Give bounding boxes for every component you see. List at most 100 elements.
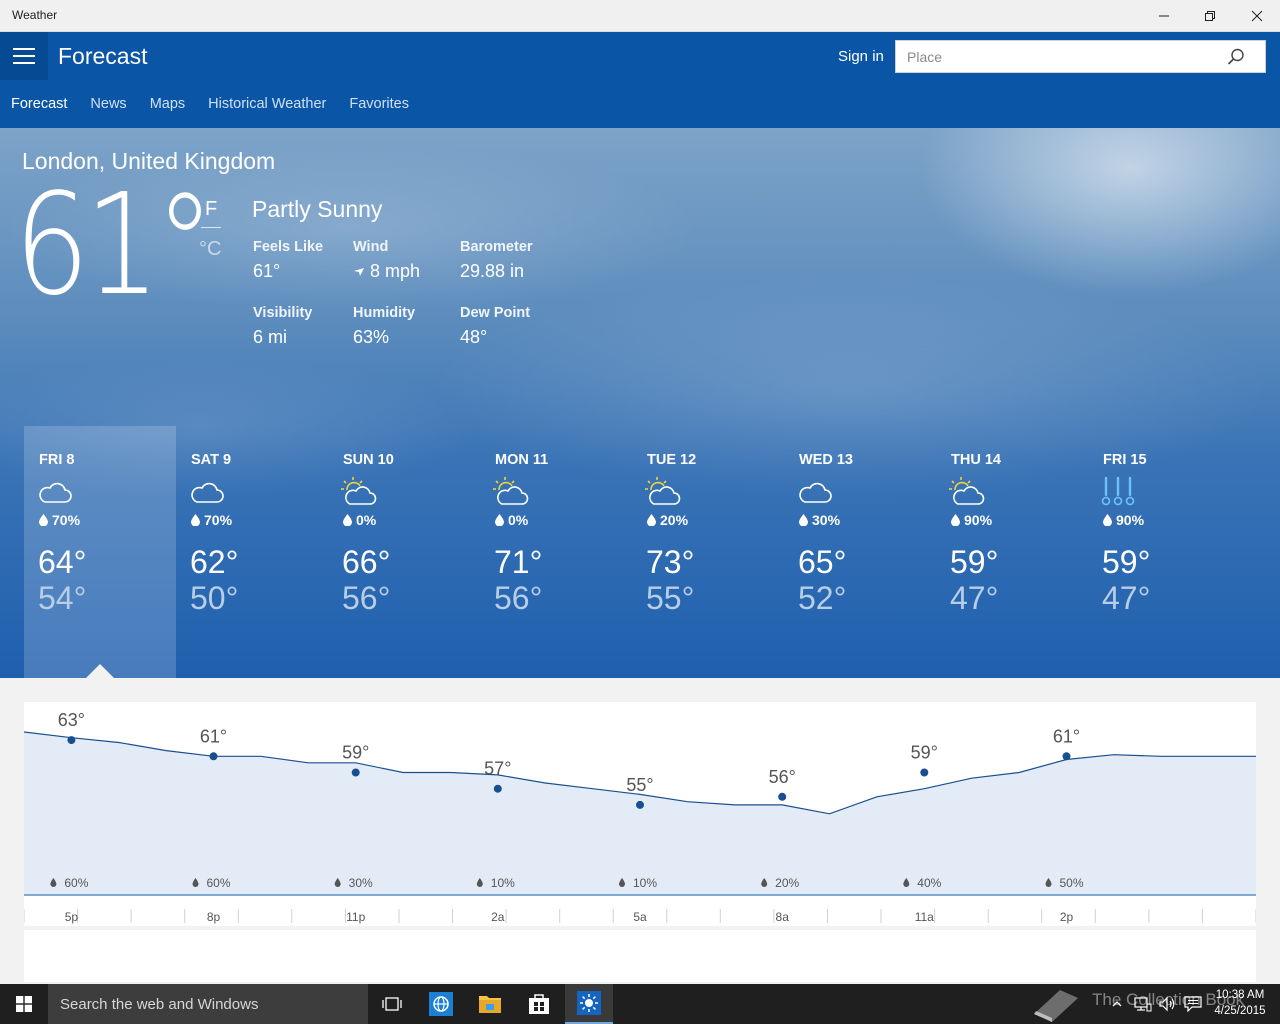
- network-button[interactable]: [1131, 984, 1155, 1024]
- daily-forecast-item[interactable]: FRI 15 90% 59° 47°: [1088, 426, 1240, 678]
- high-temp: 65°: [798, 544, 847, 580]
- close-button[interactable]: [1234, 0, 1280, 32]
- watermark-book-icon: [1034, 990, 1078, 1022]
- partly-sunny-icon: [493, 476, 529, 513]
- taskbar-browser-app[interactable]: [417, 984, 465, 1024]
- low-temp: 50°: [190, 580, 239, 616]
- taskbar-clock[interactable]: 10:38 AM 4/25/2015: [1208, 987, 1272, 1019]
- start-button[interactable]: [0, 984, 48, 1024]
- restore-button[interactable]: [1187, 0, 1233, 32]
- high-temp: 62°: [190, 544, 239, 580]
- browser-icon: [429, 992, 453, 1016]
- rain-icon: [1101, 476, 1137, 513]
- hourly-precip-label: 10%: [633, 876, 657, 890]
- daily-forecast-item[interactable]: MON 11 0% 71° 56°: [480, 426, 632, 678]
- minimize-button[interactable]: [1141, 0, 1187, 32]
- daily-forecast-item[interactable]: SAT 9 70% 62° 50°: [176, 426, 328, 678]
- place-search-box: [895, 40, 1266, 73]
- minimize-icon: [1159, 15, 1169, 17]
- hourly-precip-label: 60%: [206, 876, 230, 890]
- precip-value: 0%: [356, 512, 377, 528]
- hourly-temp-label: 59°: [911, 743, 938, 763]
- detail-value: 61°: [253, 261, 281, 281]
- hourly-temp-label: 57°: [484, 759, 511, 779]
- raindrop-icon: [39, 512, 52, 528]
- raindrop-icon: [495, 512, 508, 528]
- taskbar-search-box[interactable]: Search the web and Windows: [48, 984, 368, 1024]
- detail-label: Dew Point: [460, 305, 531, 321]
- tab-forecast[interactable]: Forecast: [11, 96, 67, 120]
- taskbar-weather-app[interactable]: [565, 984, 613, 1024]
- taskbar-store-app[interactable]: [515, 984, 563, 1024]
- hourly-point: [351, 768, 360, 777]
- hourly-chart-svg: 63° 60% 5p 61° 60% 8p 59° 30% 11p 57° 10% 2a 55° 10% 5…: [24, 710, 1256, 930]
- partly-sunny-icon: [645, 476, 681, 513]
- daily-forecast-item[interactable]: TUE 12 20% 73° 55°: [632, 426, 784, 678]
- hamburger-menu-button[interactable]: [0, 32, 48, 80]
- daily-forecast-item[interactable]: THU 14 90% 59° 47°: [936, 426, 1088, 678]
- precip-value: 70%: [204, 512, 233, 528]
- cloudy-icon: [189, 476, 225, 513]
- low-temp: 56°: [342, 580, 391, 616]
- hourly-precip-label: 40%: [917, 876, 941, 890]
- temperature-area: [24, 732, 1256, 895]
- day-name: SAT 9: [191, 452, 232, 468]
- hourly-forecast-chart: 63° 60% 5p 61° 60% 8p 59° 30% 11p 57° 10% 2a 55° 10% 5…: [24, 702, 1256, 982]
- daily-forecast-item[interactable]: SUN 10 0% 66° 56°: [328, 426, 480, 678]
- clock-time: 10:38 AM: [1215, 989, 1265, 1001]
- low-temp: 47°: [1102, 580, 1151, 616]
- detail-value: 63%: [353, 327, 390, 347]
- task-view-button[interactable]: [368, 984, 416, 1024]
- hourly-temp-label: 56°: [769, 767, 796, 787]
- hourly-time-label: 11a: [915, 910, 934, 924]
- daily-forecast-item[interactable]: FRI 8 70% 64° 54°: [24, 426, 176, 678]
- partly-sunny-icon: [341, 476, 377, 513]
- tab-favorites[interactable]: Favorites: [349, 96, 409, 120]
- detail-humidity: Humidity 63%: [353, 305, 415, 348]
- show-hidden-icons-button[interactable]: [1108, 984, 1126, 1024]
- detail-value: 8 mph: [370, 261, 421, 281]
- precip-chance: 90%: [951, 512, 992, 528]
- unit-divider: [201, 227, 221, 228]
- hourly-precip-label: 20%: [775, 876, 799, 890]
- title-bar: Weather: [0, 0, 1280, 32]
- taskbar-file-explorer-app[interactable]: [466, 984, 514, 1024]
- unit-celsius-toggle[interactable]: °C: [199, 238, 221, 261]
- high-temp: 73°: [646, 544, 695, 580]
- clock-date: 4/25/2015: [1214, 1005, 1266, 1017]
- tab-news[interactable]: News: [90, 96, 126, 120]
- precip-value: 20%: [660, 512, 689, 528]
- place-search-input[interactable]: [896, 41, 1216, 72]
- precip-chance: 70%: [39, 512, 80, 528]
- hourly-point: [493, 784, 502, 793]
- axis-separator: [24, 926, 1256, 930]
- volume-button[interactable]: [1156, 984, 1180, 1024]
- daily-forecast-item[interactable]: WED 13 30% 65° 52°: [784, 426, 936, 678]
- action-center-button[interactable]: [1181, 984, 1205, 1024]
- unit-fahrenheit-toggle[interactable]: F: [205, 198, 217, 221]
- windows-logo-icon: [16, 996, 32, 1012]
- current-condition: Partly Sunny: [252, 196, 383, 222]
- tab-maps[interactable]: Maps: [150, 96, 185, 120]
- folder-icon: [479, 996, 501, 1013]
- search-icon[interactable]: [1227, 48, 1245, 66]
- tab-historical-weather[interactable]: Historical Weather: [208, 96, 326, 120]
- hourly-precip-label: 60%: [64, 876, 88, 890]
- detail-label: Feels Like: [253, 239, 324, 255]
- close-icon: [1251, 10, 1263, 22]
- high-temp: 66°: [342, 544, 391, 580]
- selected-caret: [86, 664, 114, 678]
- wind-direction-arrow-icon: [354, 268, 364, 277]
- hourly-precip-label: 30%: [349, 876, 373, 890]
- detail-feels-like: Feels Like 61°: [253, 239, 323, 282]
- sign-in-link[interactable]: Sign in: [838, 48, 884, 65]
- hourly-temp-label: 55°: [626, 775, 653, 795]
- detail-label: Barometer: [460, 239, 533, 255]
- detail-barometer: Barometer 29.88 in: [460, 239, 533, 282]
- detail-label: Humidity: [353, 305, 416, 321]
- current-conditions-panel: London, United Kingdom 61° F °C Partly S…: [0, 128, 1280, 678]
- chevron-up-icon: [1112, 1001, 1122, 1007]
- taskbar: Search the web and Windows The Collectio…: [0, 984, 1280, 1024]
- nav-tabs: Forecast News Maps Historical Weather Fa…: [0, 96, 421, 120]
- day-name: WED 13: [799, 452, 853, 468]
